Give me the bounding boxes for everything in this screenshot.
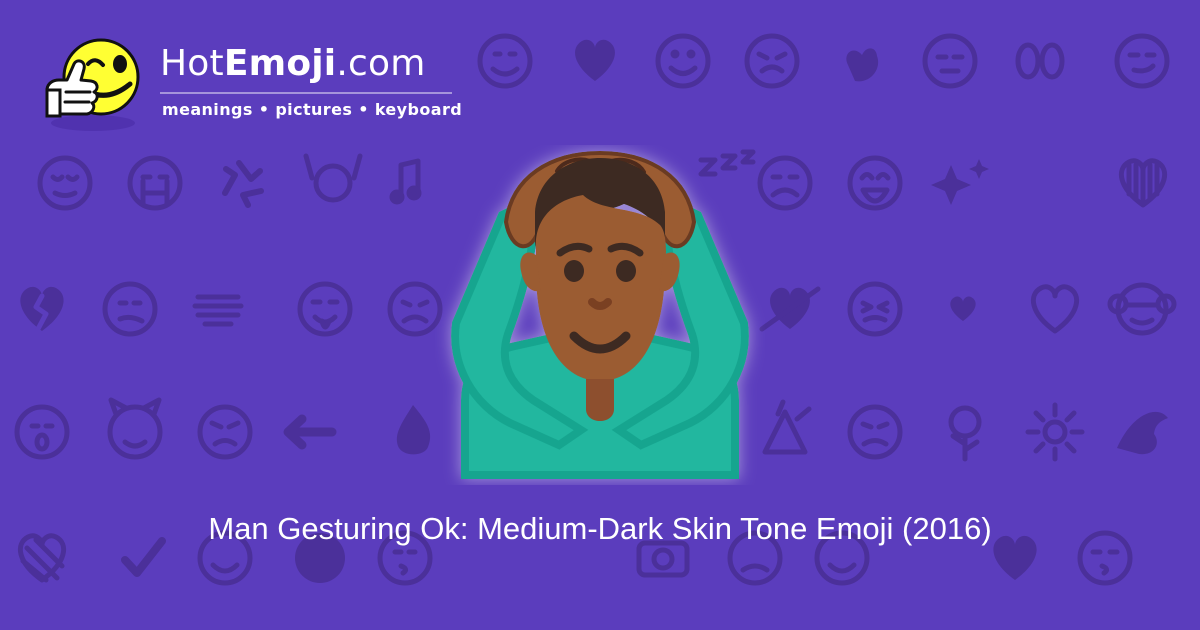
broken-heart-icon: [20, 286, 64, 332]
brand-emphasis: Emoji: [223, 43, 337, 84]
emoji-title: Man Gesturing Ok: Medium-Dark Skin Tone …: [208, 511, 992, 546]
sleeping-face-icon: [922, 33, 978, 89]
persevering-face-icon: [744, 33, 800, 89]
heart-arrow-icon: [759, 286, 821, 332]
revolving-hearts-icon: [950, 296, 976, 321]
party-popper-icon: [762, 399, 812, 455]
man-gesturing-ok-medium-dark-skin-tone-icon: [451, 150, 749, 479]
sun-icon: [1025, 402, 1085, 462]
tongue-face-icon: [297, 281, 353, 337]
angry-face-icon: [847, 404, 903, 460]
shocked-face-icon: [14, 404, 70, 460]
crying-face-icon: [127, 155, 183, 211]
site-tagline: meanings • pictures • keyboard: [162, 100, 463, 119]
heart-icon: [575, 39, 615, 81]
raised-hands-icon: [303, 153, 363, 203]
music-notes-icon: [389, 158, 422, 205]
flexed-biceps-icon: [1117, 411, 1168, 455]
brand-divider: [160, 92, 452, 94]
smiling-face-icon: [655, 33, 711, 89]
angry-face-icon: [197, 404, 253, 460]
recycle-icon: [222, 160, 264, 208]
site-logo[interactable]: HotEmoji.com meanings • pictures • keybo…: [38, 34, 468, 134]
grinning-face-icon: [477, 33, 533, 89]
confounded-face-icon: [847, 281, 903, 337]
frowning-face-icon: [387, 281, 443, 337]
confused-face-icon: [102, 281, 158, 337]
share-card: HotEmoji.com meanings • pictures • keybo…: [0, 0, 1200, 630]
rose-icon: [948, 405, 982, 462]
devil-face-icon: [107, 397, 163, 460]
striped-heart-icon: [192, 294, 244, 327]
sparkles-icon: [931, 159, 989, 205]
relieved-face-icon: [37, 155, 93, 211]
smirking-face-icon: [1114, 33, 1170, 89]
fire-icon: [396, 405, 431, 455]
camera-icon: [636, 540, 690, 578]
winking-thumbs-up-mascot-icon: [45, 38, 140, 131]
striped-heart-icon: [1118, 158, 1168, 208]
heart-icon: [1030, 284, 1080, 334]
eyes-icon: [1015, 42, 1065, 80]
left-arrow-icon: [283, 414, 337, 450]
brand-suffix: .com: [336, 43, 426, 84]
brand-prefix: Hot: [160, 43, 224, 84]
see-no-evil-monkey-icon: [1107, 282, 1177, 336]
sad-face-icon: [757, 155, 813, 211]
ok-hand-icon: [846, 48, 879, 82]
brand-name: HotEmoji.com: [160, 46, 425, 82]
laughing-face-icon: [847, 155, 903, 211]
